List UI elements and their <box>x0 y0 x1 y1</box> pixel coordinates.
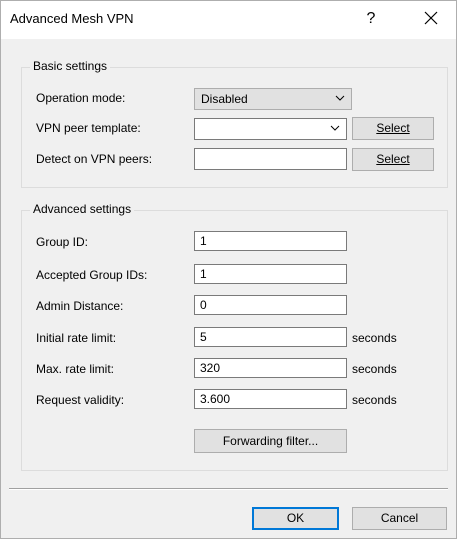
advanced-settings-group: Advanced settings Group ID: 1 Accepted G… <box>21 202 448 471</box>
chevron-down-icon <box>335 95 345 101</box>
max-rate-limit-label: Max. rate limit: <box>36 362 115 376</box>
close-icon[interactable] <box>418 5 444 31</box>
chevron-down-icon <box>330 125 340 131</box>
detect-on-vpn-peers-select-button[interactable]: Select <box>352 148 434 171</box>
operation-mode-select[interactable]: Disabled <box>194 88 352 110</box>
operation-mode-value: Disabled <box>201 92 248 106</box>
basic-settings-title: Basic settings <box>30 59 111 73</box>
forwarding-filter-button[interactable]: Forwarding filter... <box>194 429 347 453</box>
initial-rate-limit-label: Initial rate limit: <box>36 331 117 345</box>
initial-rate-limit-unit: seconds <box>352 331 397 345</box>
dialog-body: Basic settings Operation mode: Disabled … <box>1 39 456 538</box>
ok-button[interactable]: OK <box>252 507 339 530</box>
accepted-group-ids-input[interactable]: 1 <box>194 264 347 284</box>
accepted-group-ids-label: Accepted Group IDs: <box>36 268 148 282</box>
title-bar: Advanced Mesh VPN ? <box>1 1 456 39</box>
cancel-button[interactable]: Cancel <box>352 507 447 530</box>
footer-separator <box>9 488 448 490</box>
dialog-window: Advanced Mesh VPN ? Basic settings Opera… <box>0 0 457 539</box>
request-validity-unit: seconds <box>352 393 397 407</box>
request-validity-label: Request validity: <box>36 393 125 407</box>
vpn-peer-template-select-button[interactable]: Select <box>352 117 434 140</box>
group-id-input[interactable]: 1 <box>194 231 347 251</box>
request-validity-input[interactable]: 3.600 <box>194 389 347 409</box>
detect-on-vpn-peers-label: Detect on VPN peers: <box>36 152 153 166</box>
basic-settings-group: Basic settings Operation mode: Disabled … <box>21 59 448 188</box>
help-icon[interactable]: ? <box>359 7 383 31</box>
advanced-settings-title: Advanced settings <box>30 202 135 216</box>
detect-on-vpn-peers-input[interactable] <box>194 148 347 170</box>
dialog-title: Advanced Mesh VPN <box>10 11 134 26</box>
group-id-label: Group ID: <box>36 235 89 249</box>
admin-distance-input[interactable]: 0 <box>194 295 347 315</box>
initial-rate-limit-input[interactable]: 5 <box>194 327 347 347</box>
vpn-peer-template-label: VPN peer template: <box>36 121 141 135</box>
vpn-peer-template-select[interactable] <box>194 118 347 140</box>
max-rate-limit-input[interactable]: 320 <box>194 358 347 378</box>
operation-mode-label: Operation mode: <box>36 91 126 105</box>
admin-distance-label: Admin Distance: <box>36 299 124 313</box>
max-rate-limit-unit: seconds <box>352 362 397 376</box>
